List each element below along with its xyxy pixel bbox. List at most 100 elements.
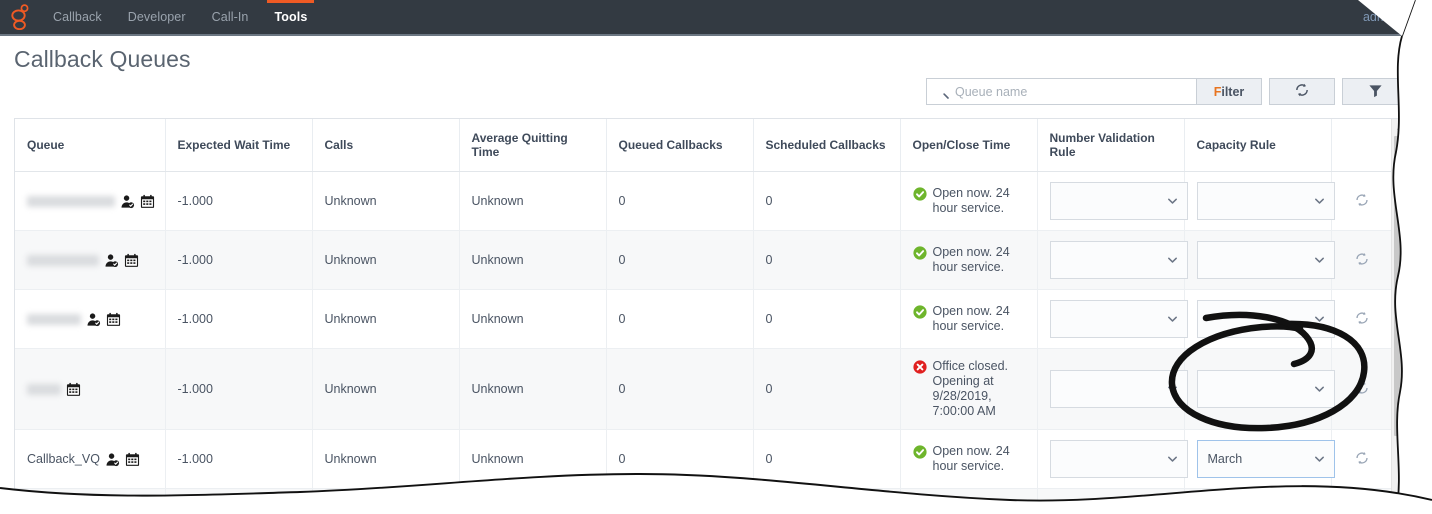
cell-number-validation-rule[interactable] — [1037, 290, 1184, 349]
nav-tab-callback[interactable]: Callback — [40, 0, 115, 34]
cell-capacity-rule[interactable] — [1184, 349, 1331, 430]
cell-queue[interactable]: Callback_VQ — [15, 430, 165, 489]
capacity-rule-dropdown[interactable] — [1197, 241, 1335, 279]
cell-queue[interactable] — [15, 290, 165, 349]
row-refresh-icon[interactable] — [1354, 192, 1370, 208]
advanced-filter-button[interactable] — [1342, 78, 1408, 105]
status-open-check-icon — [913, 445, 927, 459]
calendar-icon — [140, 194, 155, 209]
chevron-down-icon — [1167, 314, 1178, 325]
cell-queued-callbacks: 0 — [606, 231, 753, 290]
number-validation-rule-dropdown[interactable] — [1050, 241, 1188, 279]
cell-queue[interactable] — [15, 172, 165, 231]
capacity-rule-dropdown[interactable] — [1197, 182, 1335, 220]
status-open-check-icon — [913, 500, 927, 510]
status-closed-error-icon — [913, 360, 927, 374]
number-validation-rule-dropdown[interactable] — [1050, 182, 1188, 220]
open-close-time-text: Open now. 24 hour service. — [933, 444, 1027, 474]
calendar-icon — [124, 253, 139, 268]
cell-scheduled-callbacks: 0 — [753, 349, 900, 430]
search-input[interactable] — [949, 85, 1196, 99]
table-row[interactable]: Callback_VQ-1.000UnknownUnknown00Open no… — [15, 430, 1392, 489]
cell-number-validation-rule[interactable] — [1037, 430, 1184, 489]
nav-tab-label: Call-In — [212, 10, 249, 24]
filter-button[interactable]: Filter — [1196, 78, 1262, 105]
redacted-queue-name — [27, 255, 99, 266]
column-header-expected-wait-time[interactable]: Expected Wait Time — [165, 119, 312, 172]
table-row[interactable]: -1.000UnknownUnknown00Open now. 24 hour … — [15, 172, 1392, 231]
chevron-down-icon — [1167, 255, 1178, 266]
cell-queue[interactable] — [15, 349, 165, 430]
cell-row-actions[interactable] — [1331, 290, 1392, 349]
cell-scheduled-callbacks: 0 — [753, 290, 900, 349]
cell-queue[interactable] — [15, 231, 165, 290]
cell-capacity-rule[interactable]: March — [1184, 430, 1331, 489]
funnel-icon — [1368, 83, 1383, 101]
cell-open-close-time: Open now. 24 hour service. — [900, 430, 1037, 489]
cell-capacity-rule[interactable] — [1184, 489, 1331, 511]
agent-person-icon — [105, 452, 120, 467]
nav-tab-call-in[interactable]: Call-In — [199, 0, 262, 34]
nav-tab-developer[interactable]: Developer — [115, 0, 199, 34]
row-refresh-icon[interactable] — [1354, 450, 1370, 466]
row-refresh-icon[interactable] — [1354, 380, 1370, 396]
cell-capacity-rule[interactable] — [1184, 290, 1331, 349]
open-close-time-text: Office closed. Opening at 9/28/2019, 7:0… — [933, 359, 1027, 419]
column-header-scheduled-callbacks[interactable]: Scheduled Callbacks — [753, 119, 900, 172]
cell-number-validation-rule[interactable] — [1037, 172, 1184, 231]
table-vertical-scrollbar[interactable] — [1391, 119, 1407, 510]
table-row[interactable]: -1.000UnknownUnknown00Office closed. Ope… — [15, 349, 1392, 430]
column-header-calls[interactable]: Calls — [312, 119, 459, 172]
table-row[interactable]: -1.000UnknownUnknown00Open now. Closing … — [15, 489, 1392, 511]
column-header-number-validation-rule[interactable]: Number Validation Rule — [1037, 119, 1184, 172]
page-content: Callback Queues Filter — [0, 36, 1432, 514]
nav-tab-tools[interactable]: Tools — [261, 0, 320, 34]
number-validation-rule-dropdown[interactable] — [1050, 440, 1188, 478]
table-row[interactable]: -1.000UnknownUnknown00Open now. 24 hour … — [15, 290, 1392, 349]
column-header-capacity-rule[interactable]: Capacity Rule — [1184, 119, 1331, 172]
cell-row-actions[interactable] — [1331, 430, 1392, 489]
cell-open-close-time: Open now. 24 hour service. — [900, 172, 1037, 231]
cell-number-validation-rule[interactable] — [1037, 349, 1184, 430]
cell-open-close-time: Open now. Closing at 9/27/2019, 6:00:00 … — [900, 489, 1037, 511]
scrollbar-thumb[interactable] — [1394, 136, 1406, 436]
refresh-icon — [1294, 82, 1310, 101]
refresh-button[interactable] — [1269, 78, 1335, 105]
column-header-open-close-time[interactable]: Open/Close Time — [900, 119, 1037, 172]
cell-number-validation-rule[interactable] — [1037, 231, 1184, 290]
cell-capacity-rule[interactable] — [1184, 231, 1331, 290]
calendar-icon — [66, 382, 81, 397]
genesys-logo[interactable] — [0, 0, 40, 34]
row-refresh-icon[interactable] — [1354, 310, 1370, 326]
capacity-rule-dropdown[interactable]: March — [1197, 440, 1335, 478]
table-header-row: Queue Expected Wait Time Calls Average Q… — [15, 119, 1392, 172]
agent-person-icon — [104, 253, 119, 268]
cell-average-quitting-time: Unknown — [459, 489, 606, 511]
search-box[interactable] — [926, 78, 1196, 105]
number-validation-rule-dropdown[interactable] — [1050, 370, 1188, 408]
cell-number-validation-rule[interactable] — [1037, 489, 1184, 511]
cell-row-actions[interactable] — [1331, 231, 1392, 290]
user-menu[interactable]: admin — [1353, 0, 1432, 34]
nav-tab-label: Developer — [128, 10, 186, 24]
scroll-up-arrow-icon[interactable] — [1392, 119, 1408, 136]
cell-row-actions[interactable] — [1331, 489, 1392, 511]
cell-row-actions[interactable] — [1331, 172, 1392, 231]
open-close-time-text: Open now. Closing at 9/27/2019, 6:00:00 … — [933, 499, 1027, 510]
nav-tab-label: Tools — [274, 10, 307, 24]
callback-queues-table-container: Queue Expected Wait Time Calls Average Q… — [14, 118, 1408, 510]
capacity-rule-dropdown[interactable] — [1197, 370, 1335, 408]
column-header-average-quitting-time[interactable]: Average Quitting Time — [459, 119, 606, 172]
row-refresh-icon[interactable] — [1354, 251, 1370, 267]
table-row[interactable]: -1.000UnknownUnknown00Open now. 24 hour … — [15, 231, 1392, 290]
column-header-queue[interactable]: Queue — [15, 119, 165, 172]
cell-row-actions[interactable] — [1331, 349, 1392, 430]
column-header-queued-callbacks[interactable]: Queued Callbacks — [606, 119, 753, 172]
cell-queue[interactable] — [15, 489, 165, 511]
cell-queued-callbacks: 0 — [606, 290, 753, 349]
open-close-time-text: Open now. 24 hour service. — [933, 186, 1027, 216]
number-validation-rule-dropdown[interactable] — [1050, 300, 1188, 338]
capacity-rule-dropdown[interactable] — [1197, 300, 1335, 338]
cell-capacity-rule[interactable] — [1184, 172, 1331, 231]
open-close-time-text: Open now. 24 hour service. — [933, 245, 1027, 275]
